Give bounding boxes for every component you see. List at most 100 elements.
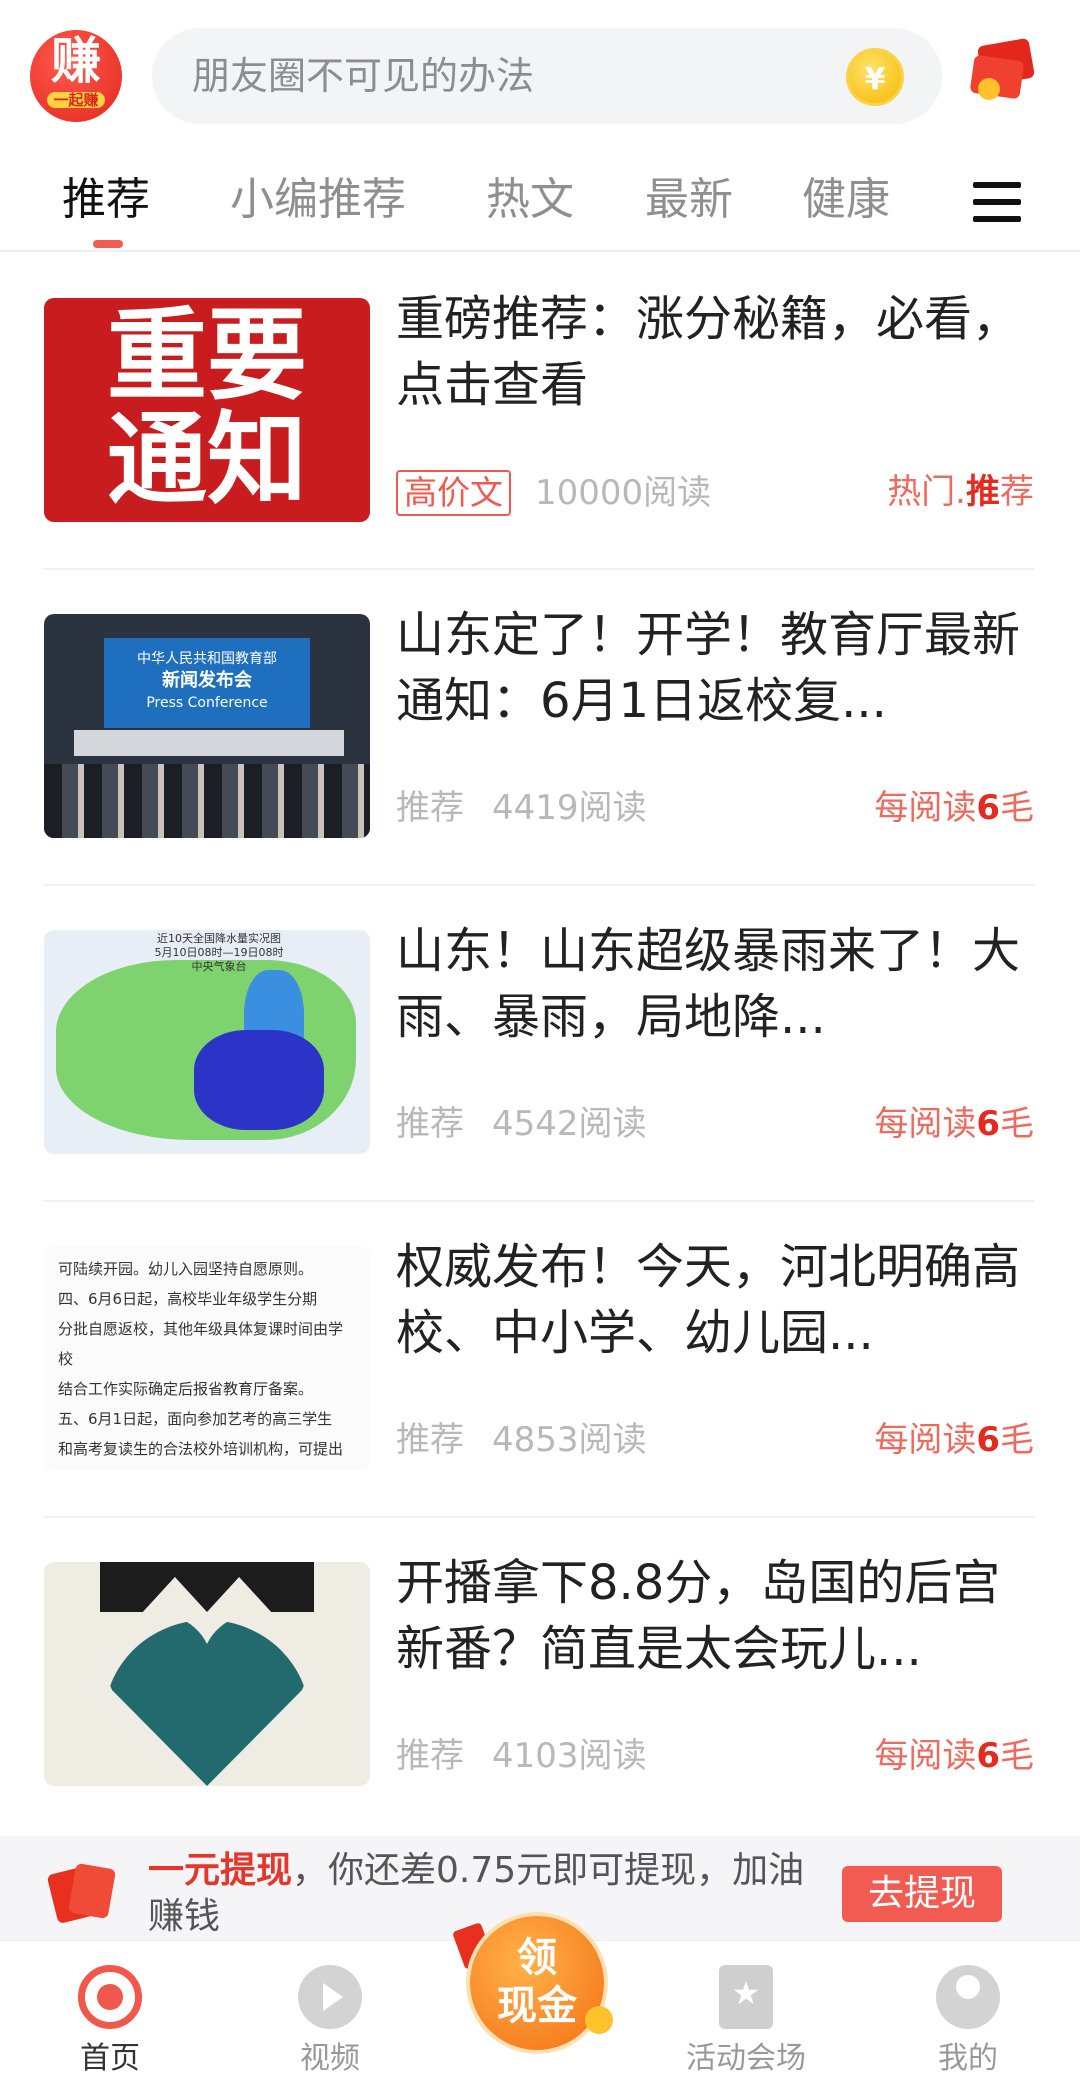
reward-suffix: 毛 xyxy=(1000,788,1034,828)
thumbnail-text: 中央气象台 xyxy=(191,960,247,973)
reward-suffix: 毛 xyxy=(1000,1104,1034,1144)
nav-events[interactable]: 活动会场 xyxy=(676,1965,816,2079)
article-tag: 推荐 xyxy=(396,788,464,828)
withdraw-button[interactable]: 去提现 xyxy=(842,1866,1002,1922)
reward-prefix: 热门. xyxy=(887,472,966,512)
reward-label: 每阅读6毛 xyxy=(874,1734,1034,1778)
cash-label-line1: 领 xyxy=(517,1935,557,1981)
article-title[interactable]: 山东定了！开学！教育厅最新通知：6月1日返校复... xyxy=(396,602,1036,734)
reward-prefix: 每阅读 xyxy=(874,1736,977,1776)
red-envelope-icon[interactable] xyxy=(969,37,1036,100)
article-title[interactable]: 重磅推荐：涨分秘籍，必看，点击查看 xyxy=(396,286,1036,418)
article-meta: 推荐 4103阅读 xyxy=(396,1734,647,1778)
nav-label: 视频 xyxy=(300,2041,360,2076)
search-bar[interactable]: 朋友圈不可见的办法 ¥ xyxy=(152,28,942,124)
cash-label-line2: 现金 xyxy=(497,1983,577,2029)
article-meta: 推荐 4419阅读 xyxy=(396,786,647,830)
press-screen: 中华人民共和国教育部 新闻发布会 Press Conference xyxy=(104,638,310,728)
article-item[interactable]: 中华人民共和国教育部 新闻发布会 Press Conference 山东定了！开… xyxy=(44,570,1034,886)
reward-prefix: 每阅读 xyxy=(874,1104,977,1144)
reward-suffix: 毛 xyxy=(1000,1420,1034,1460)
high-value-badge: 高价文 xyxy=(396,470,511,516)
article-tag: 推荐 xyxy=(396,1104,464,1144)
article-thumbnail: 重要 通知 xyxy=(44,298,370,522)
read-count: 10000阅读 xyxy=(535,473,712,513)
tab-hot[interactable]: 热文 xyxy=(486,172,574,228)
red-envelope-icon xyxy=(46,1862,117,1925)
logo-sub-text: 一起赚 xyxy=(47,92,105,108)
article-title[interactable]: 权威发布！今天，河北明确高校、中小学、幼儿园... xyxy=(396,1234,1036,1366)
article-thumbnail xyxy=(44,1562,370,1786)
category-tabs: 推荐 小编推荐 热文 最新 健康 xyxy=(0,160,1080,252)
article-meta: 推荐 4853阅读 xyxy=(396,1418,647,1462)
home-icon xyxy=(78,1965,142,2029)
event-star-icon xyxy=(719,1965,773,2029)
tab-latest[interactable]: 最新 xyxy=(645,172,733,228)
article-item[interactable]: 重要 通知 重磅推荐：涨分秘籍，必看，点击查看 高价文 10000阅读 热门.推荐 xyxy=(44,254,1034,570)
article-thumbnail: 近10天全国降水量实况图 5月10日08时—19日08时 中央气象台 xyxy=(44,930,370,1154)
nav-home[interactable]: 首页 xyxy=(40,1965,180,2079)
read-count: 4419阅读 xyxy=(492,788,647,828)
menu-icon[interactable] xyxy=(973,180,1023,224)
thumbnail-text: 分批自愿返校，其他年级具体复课时间由学校 xyxy=(58,1320,344,1368)
article-title[interactable]: 山东！山东超级暴雨来了！大雨、暴雨，局地降... xyxy=(396,918,1036,1050)
article-item[interactable]: 近10天全国降水量实况图 5月10日08时—19日08时 中央气象台 山东！山东… xyxy=(44,886,1034,1202)
article-thumbnail: 可陆续开园。幼儿入园坚持自愿原则。 四、6月6日起，高校毕业年级学生分期 分批自… xyxy=(44,1246,370,1470)
reward-prefix: 每阅读 xyxy=(874,1420,977,1460)
video-play-icon xyxy=(298,1965,362,2029)
reward-strong: 6 xyxy=(976,1420,1000,1460)
tab-recommend[interactable]: 推荐 xyxy=(62,172,150,228)
thumbnail-text: 五、6月1日起，面向参加艺考的高三学生 xyxy=(58,1410,333,1428)
top-bar: 赚 一起赚 朋友圈不可见的办法 ¥ xyxy=(0,0,1080,150)
article-meta: 高价文 10000阅读 xyxy=(396,470,711,516)
reward-strong: 6 xyxy=(976,788,1000,828)
thumbnail-text: 可陆续开园。幼儿入园坚持自愿原则。 xyxy=(58,1260,314,1278)
get-cash-button[interactable]: 领 现金 xyxy=(470,1916,604,2050)
reward-prefix: 每阅读 xyxy=(874,788,977,828)
article-meta: 推荐 4542阅读 xyxy=(396,1102,647,1146)
article-title[interactable]: 开播拿下8.8分，岛国的后宫新番？简直是太会玩儿... xyxy=(396,1550,1036,1682)
thumbnail-text: 结合工作实际确定后报省教育厅备案。 xyxy=(58,1380,314,1398)
nav-label: 活动会场 xyxy=(686,2041,806,2076)
read-count: 4103阅读 xyxy=(492,1736,647,1776)
read-count: 4853阅读 xyxy=(492,1420,647,1460)
thumbnail-text: 近10天全国降水量实况图 xyxy=(157,932,281,945)
nav-label: 首页 xyxy=(80,2041,140,2076)
reward-strong: 6 xyxy=(976,1104,1000,1144)
read-count: 4542阅读 xyxy=(492,1104,647,1144)
reward-label: 每阅读6毛 xyxy=(874,1418,1034,1462)
article-tag: 推荐 xyxy=(396,1736,464,1776)
thumbnail-text: 新闻发布会 xyxy=(162,670,252,691)
reward-suffix: 毛 xyxy=(1000,1736,1034,1776)
reward-label: 热门.推荐 xyxy=(887,470,1034,514)
thumbnail-text: 中华人民共和国教育部 xyxy=(137,651,277,667)
thumbnail-text: 5月10日08时—19日08时 xyxy=(154,946,284,959)
reward-strong: 推 xyxy=(966,472,1000,512)
logo-main-text: 赚 xyxy=(51,32,101,90)
app-logo[interactable]: 赚 一起赚 xyxy=(30,30,122,122)
reward-label: 每阅读6毛 xyxy=(874,786,1034,830)
promo-text: 一元提现，你还差0.75元即可提现，加油赚钱 xyxy=(148,1848,818,1940)
thumbnail-text: Press Conference xyxy=(146,695,268,711)
thumbnail-text: 通知 xyxy=(107,401,307,518)
profile-icon xyxy=(936,1965,1000,2029)
thumbnail-text: 和高考复读生的合法校外培训机构，可提出线 xyxy=(58,1440,344,1458)
reward-label: 每阅读6毛 xyxy=(874,1102,1034,1146)
coin-icon[interactable]: ¥ xyxy=(846,48,904,106)
tab-editor-picks[interactable]: 小编推荐 xyxy=(230,172,406,228)
search-placeholder: 朋友圈不可见的办法 xyxy=(192,54,535,98)
promo-strong: 一元提现 xyxy=(148,1850,293,1891)
article-item[interactable]: 开播拿下8.8分，岛国的后宫新番？简直是太会玩儿... 推荐 4103阅读 每阅读… xyxy=(44,1518,1034,1834)
nav-profile[interactable]: 我的 xyxy=(898,1965,1038,2079)
tab-health[interactable]: 健康 xyxy=(802,172,890,228)
active-tab-indicator xyxy=(93,240,123,248)
heart-icon xyxy=(104,1620,310,1786)
thumbnail-text: 四、6月6日起，高校毕业年级学生分期 xyxy=(58,1290,318,1308)
reward-strong: 6 xyxy=(976,1736,1000,1776)
nav-video[interactable]: 视频 xyxy=(260,1965,400,2079)
coin-icon xyxy=(585,2006,613,2034)
reward-suffix: 荐 xyxy=(1000,472,1034,512)
article-item[interactable]: 可陆续开园。幼儿入园坚持自愿原则。 四、6月6日起，高校毕业年级学生分期 分批自… xyxy=(44,1202,1034,1518)
map-caption: 近10天全国降水量实况图 5月10日08时—19日08时 中央气象台 xyxy=(134,932,304,974)
nav-label: 我的 xyxy=(938,2041,998,2076)
